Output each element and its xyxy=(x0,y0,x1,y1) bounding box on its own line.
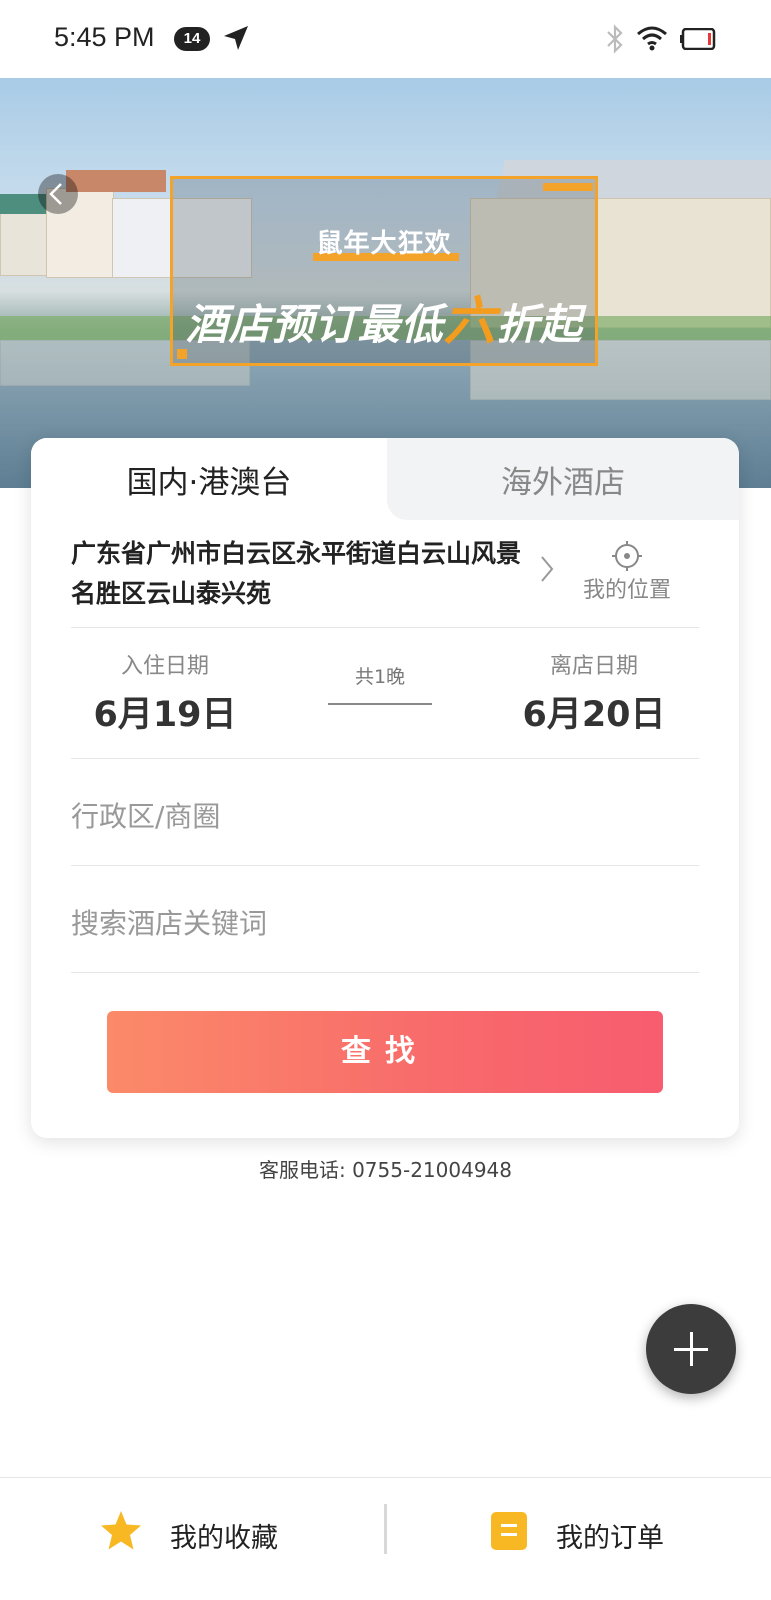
checkin-value[interactable]: 6月19日 xyxy=(65,686,265,737)
checkin-date[interactable]: 入住日期 6月19日 xyxy=(65,648,265,737)
divider xyxy=(71,758,699,759)
battery-icon xyxy=(680,28,716,50)
checkin-label: 入住日期 xyxy=(120,654,209,679)
tab-overseas[interactable]: 海外酒店 xyxy=(387,438,739,520)
nav-favorites[interactable]: 我的收藏 xyxy=(0,1478,385,1588)
tab-domestic[interactable]: 国内·港澳台 xyxy=(31,438,387,520)
divider xyxy=(71,865,699,866)
divider xyxy=(71,972,699,973)
nav-orders-label: 我的订单 xyxy=(556,1523,664,1554)
checkout-value[interactable]: 6月20日 xyxy=(494,686,694,737)
keyword-search-input[interactable]: 搜索酒店关键词 xyxy=(71,902,267,942)
hotel-search-card: 国内·港澳台 海外酒店 广东省广州市白云区永平街道白云山风景名胜区云山泰兴苑 我… xyxy=(31,438,739,1138)
star-icon xyxy=(101,1511,141,1550)
nav-orders[interactable]: 我的订单 xyxy=(386,1478,771,1588)
checkout-label: 离店日期 xyxy=(549,654,638,679)
promo-frame: 鼠年大狂欢 酒店预订最低六折起 xyxy=(170,176,598,366)
customer-service-hotline[interactable]: 客服电话: 0755-21004948 xyxy=(0,1154,771,1183)
status-time: 5:45 PM xyxy=(54,22,155,52)
location-address[interactable]: 广东省广州市白云区永平街道白云山风景名胜区云山泰兴苑 xyxy=(71,534,537,614)
add-button[interactable] xyxy=(646,1304,736,1394)
bluetooth-icon xyxy=(607,24,623,54)
search-button[interactable]: 查找 xyxy=(107,1011,663,1093)
checkout-date[interactable]: 离店日期 6月20日 xyxy=(494,648,694,737)
nights-count: 共1晚 xyxy=(354,666,406,688)
nights-line xyxy=(328,703,432,705)
status-bar: 5:45 PM 14 xyxy=(0,0,771,78)
notification-badge: 14 xyxy=(174,27,210,51)
promo-subtitle: 鼠年大狂欢 xyxy=(316,229,452,259)
back-button[interactable] xyxy=(38,174,78,214)
divider xyxy=(71,627,699,628)
location-arrow-icon xyxy=(224,26,248,50)
chevron-left-icon xyxy=(49,183,62,205)
district-input[interactable]: 行政区/商圈 xyxy=(71,795,220,835)
nav-favorites-label: 我的收藏 xyxy=(170,1523,278,1554)
bottom-nav: 我的收藏 我的订单 xyxy=(0,1477,771,1600)
promo-banner[interactable]: 鼠年大狂欢 酒店预订最低六折起 xyxy=(0,78,771,488)
wifi-icon xyxy=(637,26,667,51)
chevron-right-icon[interactable] xyxy=(539,554,555,584)
promo-title: 酒店预订最低六折起 xyxy=(185,292,583,352)
my-location-label[interactable]: 我的位置 xyxy=(571,572,683,604)
my-location-icon[interactable] xyxy=(611,540,643,572)
order-list-icon xyxy=(491,1512,527,1550)
